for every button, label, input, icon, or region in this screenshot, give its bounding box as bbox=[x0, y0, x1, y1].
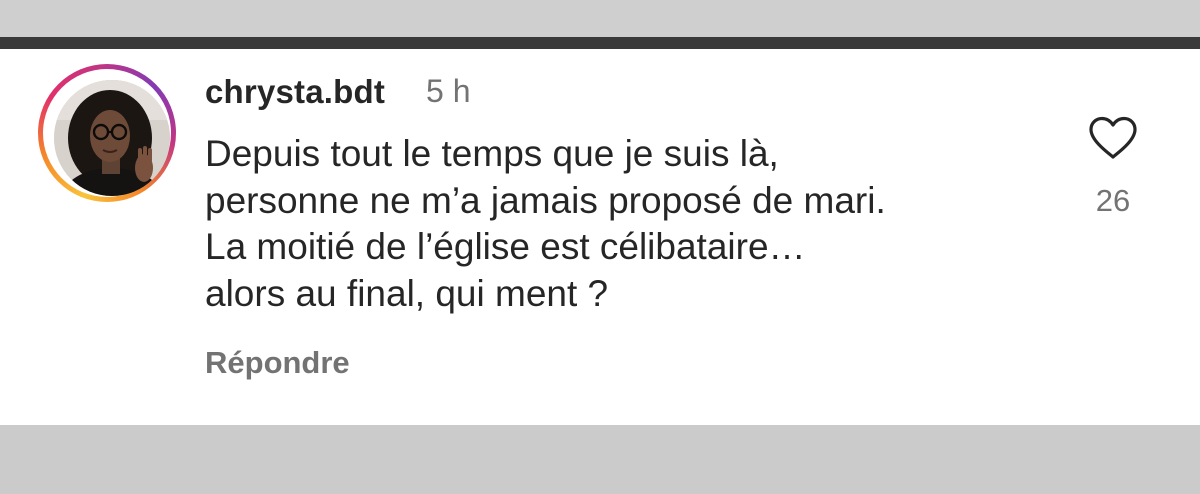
comment-text: Depuis tout le temps que je suis là, per… bbox=[205, 131, 1065, 317]
like-count: 26 bbox=[1095, 183, 1131, 218]
like-button[interactable] bbox=[1087, 115, 1139, 161]
story-ring[interactable] bbox=[38, 64, 176, 202]
comment-line: alors au final, qui ment ? bbox=[205, 272, 609, 314]
avatar[interactable] bbox=[54, 80, 170, 196]
reply-button[interactable]: Répondre bbox=[205, 345, 350, 381]
divider-strip bbox=[0, 37, 1200, 49]
username[interactable]: chrysta.bdt bbox=[205, 73, 385, 111]
comment-line: La moitié de l’église est célibataire… bbox=[205, 226, 806, 267]
avatar-photo bbox=[54, 80, 170, 196]
heart-icon bbox=[1089, 116, 1137, 159]
comment-line: Depuis tout le temps que je suis là, bbox=[205, 133, 779, 174]
comment-line: personne ne m’a jamais proposé de mari. bbox=[205, 179, 886, 221]
comment-timestamp: 5 h bbox=[426, 73, 471, 109]
comment-card: chrysta.bdt 5 h Depuis tout le temps que… bbox=[0, 49, 1200, 425]
top-frame-band bbox=[0, 0, 1200, 37]
avatar-ring-gap bbox=[43, 69, 171, 197]
bottom-frame-band bbox=[0, 425, 1200, 494]
